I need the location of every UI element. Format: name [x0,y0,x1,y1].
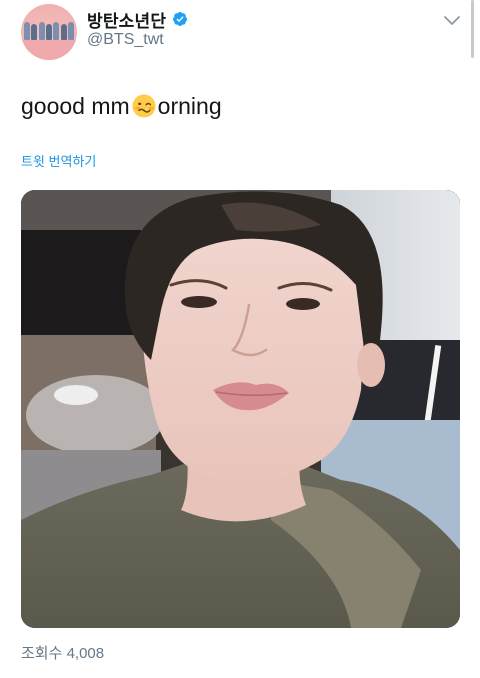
view-count: 조회수 4,008 [21,642,104,663]
scrollbar[interactable] [471,0,474,58]
tweet-card: 방탄소년단 @BTS_twt goood mm orning 트윗 번역하기 조… [0,0,480,678]
translate-tweet-link[interactable]: 트윗 번역하기 [21,151,96,170]
avatar[interactable] [21,4,77,60]
avatar-background [21,40,77,60]
chevron-down-icon[interactable] [442,14,462,28]
tweet-text-part-1: goood mm [21,92,130,119]
tweet-text: goood mm orning [21,91,222,121]
user-handle[interactable]: @BTS_twt [87,31,164,49]
verified-badge-icon [173,12,188,26]
author-name-row[interactable]: 방탄소년단 [87,7,188,32]
view-count-label: 조회수 [21,645,63,662]
tweet-text-part-2: orning [157,92,222,119]
avatar-group-photo [24,20,74,40]
woozy-face-emoji-icon [132,94,156,118]
tweet-media-video[interactable] [21,190,460,628]
video-thumbnail-image [21,190,460,628]
display-name[interactable]: 방탄소년단 [87,7,166,32]
view-count-value: 4,008 [66,645,105,662]
